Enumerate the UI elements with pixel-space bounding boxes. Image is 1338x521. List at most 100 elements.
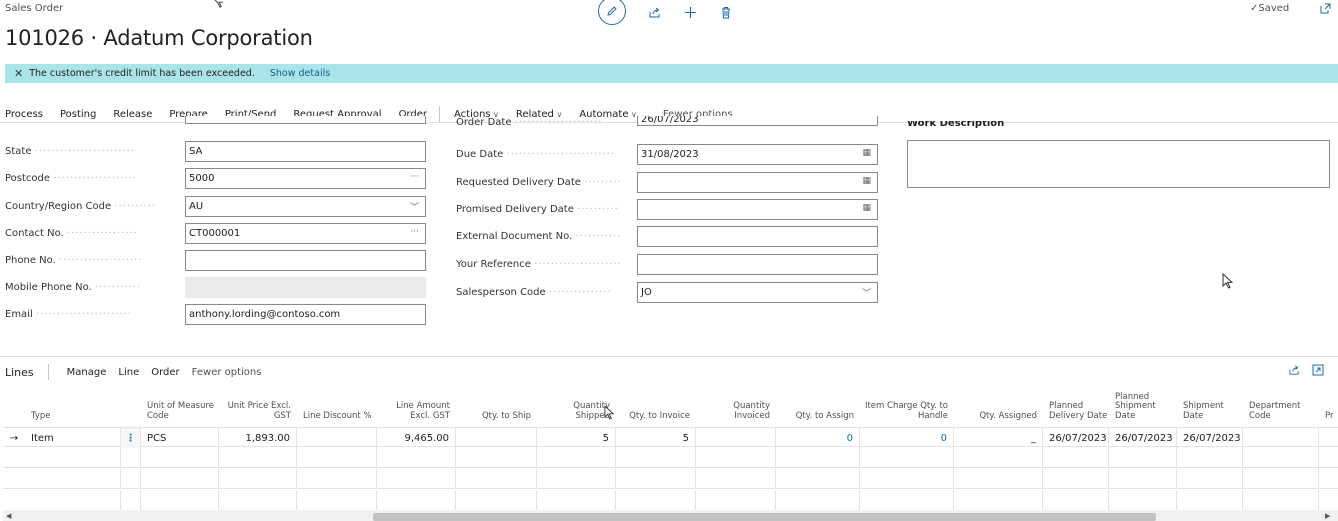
cell-unit-price[interactable]: 1,893.00 [219,428,297,448]
empty-cell[interactable] [297,469,377,489]
action-release[interactable]: Release [113,109,152,120]
table-row[interactable]: → Item ⋮ PCS 1,893.00 9,465.00 5 5 0 0 _… [3,427,1338,448]
empty-cell[interactable] [456,448,537,468]
empty-cell[interactable] [219,448,297,468]
col-qty-to-assign[interactable]: Qty. to Assign [776,384,860,426]
col-item-charge-qty[interactable]: Item Charge Qty. to Handle [860,384,954,426]
lookup-icon[interactable]: ··· [410,227,419,237]
scroll-left-icon[interactable]: ◀ [6,512,11,520]
empty-cell[interactable] [616,448,696,468]
empty-cell[interactable] [297,448,377,468]
calendar-icon[interactable]: ▦ [862,203,871,213]
share-button[interactable] [646,4,662,20]
empty-cell[interactable] [141,490,219,510]
empty-cell[interactable] [121,469,141,489]
col-qty-to-ship[interactable]: Qty. to Ship [456,384,537,426]
promised-delivery-date-field[interactable]: ▦ [637,199,878,220]
row-menu-icon[interactable]: ⋮ [121,428,141,448]
cell-shipment-date[interactable]: 26/07/2023 [1177,428,1243,448]
empty-cell[interactable] [219,469,297,489]
empty-cell[interactable] [25,490,121,510]
state-field[interactable]: SA [185,141,426,162]
cell-qty-to-invoice[interactable]: 5 [616,428,696,448]
col-qty-invoiced[interactable]: Quantity Invoiced [696,384,776,426]
cell-item-charge-qty[interactable]: 0 [860,428,954,448]
cell-line-amount[interactable]: 9,465.00 [377,428,456,448]
empty-cell[interactable] [456,490,537,510]
empty-cell[interactable] [456,469,537,489]
table-row-empty[interactable] [3,448,1338,468]
empty-cell[interactable] [1043,469,1109,489]
your-reference-field[interactable] [637,254,878,275]
empty-cell[interactable] [1243,490,1319,510]
empty-cell[interactable] [1043,490,1109,510]
lines-expand-button[interactable] [1312,364,1324,379]
close-icon[interactable]: ✕ [14,67,23,80]
empty-cell[interactable] [25,448,121,468]
empty-cell[interactable] [25,469,121,489]
cell-line-discount[interactable] [297,428,377,448]
empty-cell[interactable] [776,490,860,510]
col-line-amount[interactable]: Line Amount Excl. GST [377,384,456,426]
empty-cell[interactable] [141,448,219,468]
empty-cell[interactable] [141,469,219,489]
cell-type[interactable]: Item [25,428,121,448]
scroll-right-icon[interactable]: ▶ [1325,512,1330,520]
empty-cell[interactable] [1043,448,1109,468]
email-field[interactable]: anthony.lording@contoso.com [185,304,426,325]
cell-qty-to-assign[interactable]: 0 [776,428,860,448]
col-unit-price[interactable]: Unit Price Excl. GST [219,384,297,426]
cell-planned-shipment[interactable]: 26/07/2023 [1109,428,1177,448]
cell-planned-delivery[interactable]: 26/07/2023 [1043,428,1109,448]
edit-button[interactable] [598,0,626,25]
empty-cell[interactable] [696,448,776,468]
open-new-window-button[interactable] [1319,2,1332,18]
col-shipment-date[interactable]: Shipment Date [1177,384,1243,426]
phone-field[interactable] [185,250,426,271]
empty-cell[interactable] [776,448,860,468]
empty-cell[interactable] [377,448,456,468]
empty-cell[interactable] [696,490,776,510]
cell-uom[interactable]: PCS [141,428,219,448]
empty-cell[interactable] [377,469,456,489]
new-button[interactable] [682,4,698,20]
empty-cell[interactable] [1177,490,1243,510]
country-region-select[interactable]: AU ﹀ [185,196,426,217]
empty-cell[interactable] [1243,469,1319,489]
chevron-down-icon[interactable]: ﹀ [410,200,419,213]
cell-department[interactable] [1243,428,1319,448]
empty-cell[interactable] [616,469,696,489]
empty-cell[interactable] [696,469,776,489]
requested-delivery-date-field[interactable]: ▦ [637,172,878,193]
cell-qty-to-ship[interactable] [456,428,537,448]
lines-line-menu[interactable]: Line [118,367,139,378]
empty-cell[interactable] [954,490,1043,510]
empty-cell[interactable] [537,490,616,510]
col-planned-delivery[interactable]: Planned Delivery Date [1043,384,1109,426]
scrollbar-thumb[interactable] [373,513,1156,521]
col-type[interactable]: Type [25,384,121,426]
empty-cell[interactable] [860,490,954,510]
empty-cell[interactable] [1109,448,1177,468]
col-truncated[interactable]: Pr [1319,384,1338,426]
lookup-icon[interactable]: ··· [410,172,419,182]
empty-cell[interactable] [860,469,954,489]
hidden-field-top[interactable] [185,116,426,124]
salesperson-code-select[interactable]: JO ﹀ [637,282,878,303]
lines-manage-menu[interactable]: Manage [67,367,107,378]
empty-cell[interactable] [616,490,696,510]
col-qty-assigned[interactable]: Qty. Assigned [954,384,1043,426]
empty-cell[interactable] [121,448,141,468]
empty-cell[interactable] [219,490,297,510]
contact-no-field[interactable]: CT000001 ··· [185,223,426,244]
lines-share-button[interactable] [1288,364,1300,379]
external-document-no-field[interactable] [637,226,878,247]
empty-cell[interactable] [776,469,860,489]
col-planned-shipment[interactable]: Planned Shipment Date [1109,384,1177,426]
postcode-field[interactable]: 5000 ··· [185,168,426,189]
show-details-link[interactable]: Show details [270,68,330,79]
lines-fewer-options[interactable]: Fewer options [192,367,262,378]
empty-cell[interactable] [297,490,377,510]
empty-cell[interactable] [1243,448,1319,468]
table-row-empty[interactable] [3,469,1338,489]
